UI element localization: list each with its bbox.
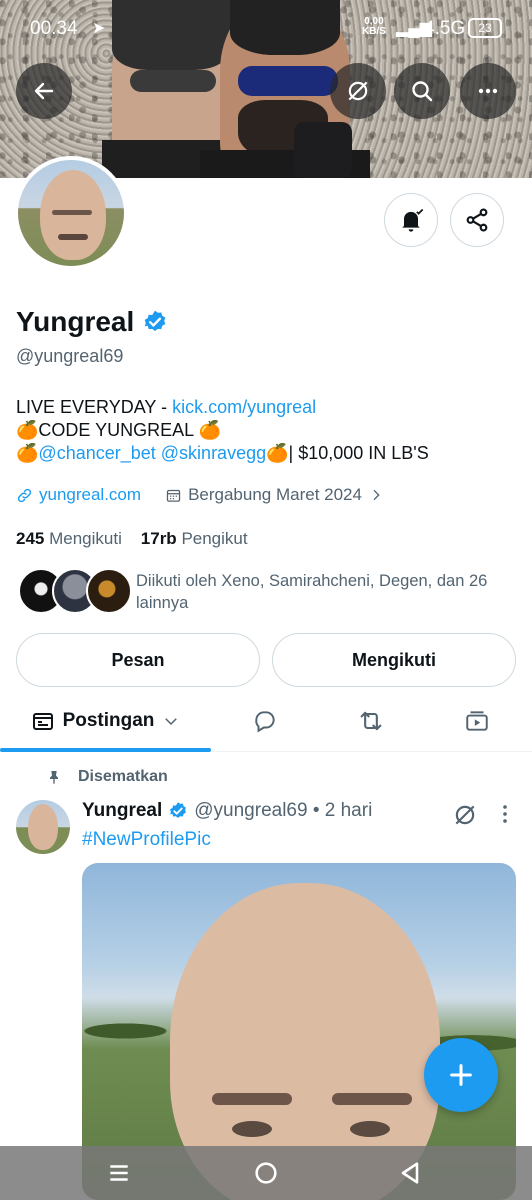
chevron-right-icon[interactable]	[368, 487, 384, 503]
menu-lines-icon	[110, 1165, 128, 1181]
battery-icon: 23	[468, 18, 502, 38]
more-dots-icon	[478, 88, 498, 94]
chevron-down-icon	[165, 718, 178, 726]
followed-by[interactable]: Diikuti oleh Xeno, Samirahcheni, Degen, …	[16, 568, 526, 618]
banner-phone	[294, 122, 352, 178]
repost-icon	[360, 711, 382, 731]
share-button[interactable]	[450, 193, 504, 247]
system-nav-bar	[0, 1146, 532, 1200]
recent-apps-button[interactable]	[106, 1158, 132, 1193]
pin-icon	[50, 771, 58, 784]
link-icon	[17, 488, 32, 502]
profile-name: Yungreal	[16, 306, 168, 338]
bio-line-1: LIVE EVERYDAY - kick.com/yungreal	[16, 397, 317, 417]
back-arrow-icon	[34, 82, 54, 100]
more-vertical-icon	[503, 805, 507, 823]
home-circle-icon	[255, 1162, 277, 1184]
active-tab-indicator	[0, 748, 211, 752]
post-handle-time: @yungreal69 • 2 hari	[194, 800, 373, 821]
followers-stat[interactable]: 17rb Pengikut	[141, 529, 248, 548]
grok-icon	[348, 81, 368, 101]
system-back-button[interactable]	[396, 1158, 424, 1193]
bio-line-3: 🍊@chancer_bet @skinravegg🍊| $10,000 IN L…	[16, 443, 429, 463]
following-stat[interactable]: 245 Mengikuti	[16, 529, 122, 548]
grok-icon	[455, 805, 475, 825]
reply-bubble-icon	[255, 711, 275, 733]
posts-icon	[32, 713, 53, 730]
bio-line-2: 🍊CODE YUNGREAL 🍊	[16, 420, 221, 440]
net-speed: 0,00 KB/S	[362, 16, 386, 37]
back-triangle-icon	[401, 1162, 419, 1184]
plus-icon	[450, 1064, 472, 1086]
message-button[interactable]: Pesan	[16, 633, 260, 687]
compose-button[interactable]	[424, 1038, 498, 1112]
tab-posts[interactable]: Postingan	[0, 690, 211, 752]
follower-avatar-3	[86, 568, 132, 614]
post-header: Yungreal @yungreal69 • 2 hari	[82, 800, 372, 822]
post-grok-button[interactable]	[452, 802, 478, 833]
search-icon	[412, 81, 433, 102]
bio-mention-chancer[interactable]: @chancer_bet	[38, 443, 155, 463]
following-button[interactable]: Mengikuti	[272, 633, 516, 687]
share-icon	[466, 208, 488, 232]
post-more-button[interactable]	[496, 802, 514, 831]
verified-badge-icon[interactable]	[142, 309, 168, 335]
location-arrow-icon: ➤	[92, 20, 106, 37]
profile-bio: LIVE EVERYDAY - kick.com/yungreal 🍊CODE …	[16, 396, 429, 465]
followed-by-text: Diikuti oleh Xeno, Samirahcheni, Degen, …	[136, 572, 488, 612]
tab-reposts[interactable]	[328, 690, 414, 752]
bell-check-icon	[402, 208, 424, 232]
post-author-avatar[interactable]	[16, 800, 70, 854]
bio-kick-link[interactable]: kick.com/yungreal	[172, 397, 316, 417]
network-type: 4.5G	[424, 18, 466, 39]
tab-media[interactable]	[434, 690, 520, 752]
more-button[interactable]	[460, 63, 516, 119]
post-hashtag[interactable]: #NewProfilePic	[82, 829, 211, 851]
search-button[interactable]	[394, 63, 450, 119]
back-button[interactable]	[16, 63, 72, 119]
pinned-label: Disematkan	[46, 768, 168, 786]
website-link[interactable]: yungreal.com	[39, 485, 141, 505]
media-icon	[466, 711, 488, 731]
bio-mention-skinrave[interactable]: @skinravegg	[161, 443, 266, 463]
tab-replies[interactable]	[222, 690, 308, 752]
joined-date[interactable]: Bergabung Maret 2024	[188, 485, 362, 505]
calendar-icon	[166, 489, 181, 502]
profile-handle: @yungreal69	[16, 346, 124, 366]
home-button[interactable]	[252, 1158, 280, 1193]
grok-button[interactable]	[330, 63, 386, 119]
profile-meta: yungreal.com Bergabung Maret 2024	[16, 485, 384, 505]
status-bar: 00.34 ➤ 0,00 KB/S ▂▄▆ 4.5G 23	[0, 0, 532, 58]
status-time: 00.34	[30, 18, 78, 39]
notifications-button[interactable]	[384, 193, 438, 247]
profile-stats: 245 Mengikuti 17rb Pengikut	[16, 529, 248, 549]
verified-badge-icon	[170, 802, 187, 818]
post-author-name[interactable]: Yungreal	[82, 800, 162, 822]
profile-avatar[interactable]	[14, 156, 128, 270]
profile-tabs: Postingan	[0, 690, 532, 752]
